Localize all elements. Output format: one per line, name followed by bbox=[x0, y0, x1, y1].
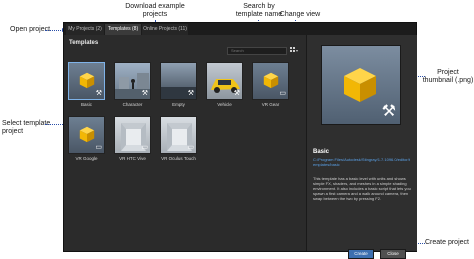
cube-icon bbox=[263, 72, 279, 89]
project-thumbnail: ⚒ bbox=[321, 45, 401, 125]
grid-icon-cell bbox=[293, 47, 295, 49]
template-tile-vr-gear[interactable]: ▭ VR Gear bbox=[252, 62, 289, 109]
template-thumbnail: ⚒ bbox=[114, 62, 151, 100]
change-view-button[interactable] bbox=[290, 47, 299, 55]
grid-icon-cell bbox=[290, 50, 292, 52]
template-label: Vehicle bbox=[217, 102, 232, 107]
project-manager-window: My Projects (2) Templates (8) Online Pro… bbox=[63, 22, 417, 259]
annotation-search-by-name: Search by template name bbox=[235, 3, 283, 18]
template-thumbnail: ⚒ bbox=[68, 62, 105, 100]
project-name: Basic bbox=[313, 149, 330, 155]
details-panel: ⚒ Basic C:/Program Files/Autodesk/Stingr… bbox=[306, 35, 417, 251]
create-button[interactable]: Create bbox=[348, 249, 374, 259]
template-label: VR HTC Vive bbox=[119, 156, 146, 161]
search-input[interactable] bbox=[227, 47, 287, 55]
annotation-project-thumbnail: Project thumbnail (.png) bbox=[422, 69, 474, 84]
template-label: Empty bbox=[172, 102, 185, 107]
template-tile-vehicle[interactable]: ⚒ Vehicle bbox=[206, 62, 243, 109]
project-description: This template has a basic level with uni… bbox=[313, 176, 411, 201]
template-tile-vr-htc-vive[interactable]: ▭ VR HTC Vive bbox=[114, 116, 151, 163]
template-thumbnail: ▭ bbox=[160, 116, 197, 154]
template-thumbnail: ⚒ bbox=[160, 62, 197, 100]
template-tile-basic[interactable]: ⚒ Basic bbox=[68, 62, 105, 109]
template-label: VR Google bbox=[75, 156, 98, 161]
vr-headset-icon: ▭ bbox=[95, 144, 102, 151]
template-label: VR Oculus Touch bbox=[161, 156, 196, 161]
hammer-icon: ⚒ bbox=[187, 90, 194, 97]
template-label: Character bbox=[122, 102, 143, 107]
panel-title: Templates bbox=[69, 40, 99, 46]
annotation-line bbox=[416, 243, 425, 244]
template-label: VR Gear bbox=[261, 102, 280, 107]
chevron-down-icon bbox=[296, 50, 298, 52]
grid-icon bbox=[290, 47, 292, 49]
template-label: Basic bbox=[80, 102, 92, 107]
cube-icon bbox=[79, 72, 95, 89]
annotation-line bbox=[416, 76, 425, 77]
template-thumbnail: ⚒ bbox=[206, 62, 243, 100]
tab-bar: My Projects (2) Templates (8) Online Pro… bbox=[64, 23, 416, 35]
vr-headset-icon: ▭ bbox=[279, 90, 286, 97]
hammer-icon: ⚒ bbox=[381, 103, 396, 120]
annotation-download-examples: Download example projects bbox=[125, 3, 185, 18]
template-tile-character[interactable]: ⚒ Character bbox=[114, 62, 151, 109]
tab-templates[interactable]: Templates (8) bbox=[105, 24, 141, 35]
cube-icon bbox=[79, 126, 95, 143]
annotation-line bbox=[45, 30, 63, 31]
annotation-select-template: Select template project bbox=[2, 120, 51, 135]
template-tile-vr-oculus-touch[interactable]: ▭ VR Oculus Touch bbox=[160, 116, 197, 163]
cube-icon bbox=[344, 68, 376, 102]
hammer-icon: ⚒ bbox=[141, 90, 148, 97]
tab-my-projects[interactable]: My Projects (2) bbox=[66, 24, 104, 35]
grid-icon-cell bbox=[293, 50, 295, 52]
close-button[interactable]: Close bbox=[380, 249, 406, 259]
vr-headset-icon: ▭ bbox=[141, 144, 148, 151]
template-thumbnail: ▭ bbox=[68, 116, 105, 154]
template-tile-vr-google[interactable]: ▭ VR Google bbox=[68, 116, 105, 163]
template-thumbnail: ▭ bbox=[252, 62, 289, 100]
annotation-change-view: Change view bbox=[279, 11, 321, 18]
hammer-icon: ⚒ bbox=[233, 90, 240, 97]
project-path-link[interactable]: C:/Program Files/Autodesk/Stingray/1.7.1… bbox=[313, 157, 411, 167]
template-tile-empty[interactable]: ⚒ Empty bbox=[160, 62, 197, 109]
template-thumbnail: ▭ bbox=[114, 116, 151, 154]
vr-headset-icon: ▭ bbox=[187, 144, 194, 151]
hammer-icon: ⚒ bbox=[95, 90, 102, 97]
annotation-create-project: Create project bbox=[425, 239, 469, 246]
tab-online-projects[interactable]: Online Projects (11) bbox=[142, 24, 188, 35]
